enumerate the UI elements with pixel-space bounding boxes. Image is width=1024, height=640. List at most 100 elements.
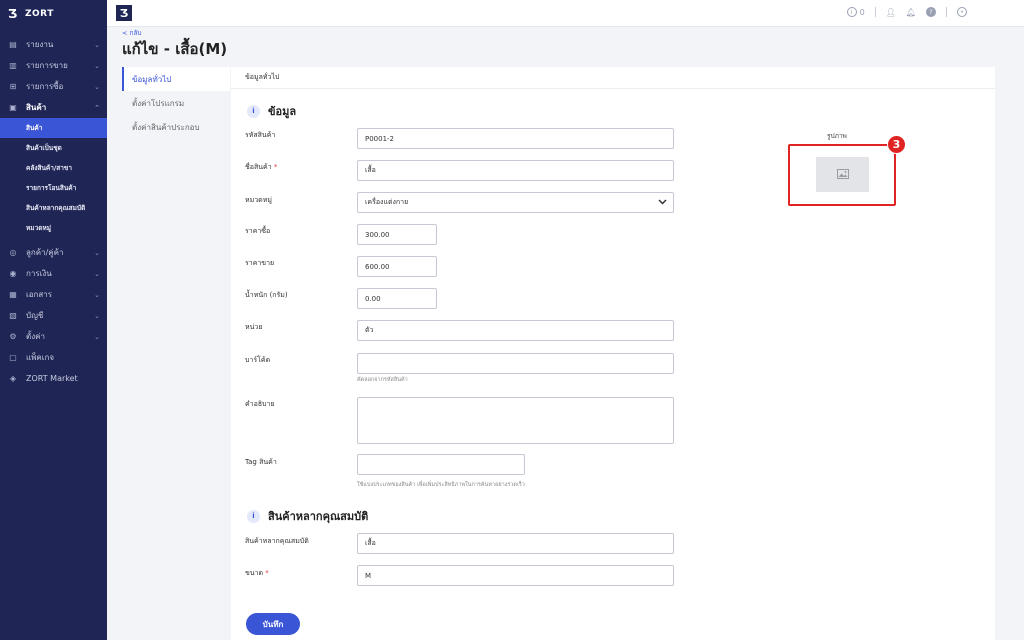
products-submenu: สินค้า สินค้าเป็นชุด คลังสินค้า/สาขา ราย… — [0, 118, 107, 238]
zort-logo-icon[interactable]: Ʒ — [116, 5, 132, 21]
sidebar-subitem-products[interactable]: สินค้า — [0, 118, 107, 138]
sidebar-subitem-warehouses[interactable]: คลังสินค้า/สาขา — [0, 158, 107, 178]
market-icon: ◈ — [9, 374, 17, 383]
ledger-icon: ▧ — [9, 311, 17, 320]
chevron-up-icon: ⌃ — [94, 103, 100, 112]
size-input[interactable]: M — [357, 565, 674, 586]
sidebar-item-products[interactable]: ▣ สินค้า ⌃ — [0, 97, 107, 118]
sidebar-item-accounting[interactable]: ▧ บัญชี ⌄ — [0, 305, 107, 326]
box-icon: ▣ — [9, 103, 17, 112]
sidebar-item-label: เอกสาร — [26, 290, 53, 299]
chevron-down-icon: ⌄ — [94, 61, 100, 70]
sidebar-item-label: บัญชี — [26, 311, 44, 320]
weight-input[interactable]: 0.00 — [357, 288, 437, 309]
chevron-down-icon: ⌄ — [94, 290, 100, 299]
sidebar-item-label: รายการขาย — [26, 61, 68, 70]
required-mark: * — [273, 163, 278, 171]
clipboard-icon: ▥ — [9, 61, 17, 70]
money-icon: ◉ — [9, 269, 17, 278]
divider — [946, 7, 947, 17]
tag-input[interactable] — [357, 454, 525, 475]
cost-price-input[interactable]: 300.00 — [357, 224, 437, 245]
sidebar-subitem-categories[interactable]: หมวดหมู่ — [0, 218, 107, 238]
category-select[interactable]: เครื่องแต่งกาย — [357, 192, 674, 213]
sidebar-item-settings[interactable]: ⚙ ตั้งค่า ⌄ — [0, 326, 107, 347]
required-mark: * — [265, 569, 269, 577]
sidebar-nav: ▤ รายงาน ⌄ ▥ รายการขาย ⌄ ⊞ รายการซื้อ ⌄ … — [0, 34, 107, 389]
chevron-down-icon: ⌄ — [94, 311, 100, 320]
size-label-text: ขนาด — [245, 569, 264, 577]
sidebar-item-contacts[interactable]: ◎ ลูกค้า/คู่ค้า ⌄ — [0, 242, 107, 263]
sidebar-item-label: ลูกค้า/คู่ค้า — [26, 248, 64, 257]
chevron-down-icon: ⌄ — [94, 269, 100, 278]
sale-price-input[interactable]: 600.00 — [357, 256, 437, 277]
sidebar-item-label: การเงิน — [26, 269, 52, 278]
variant-input[interactable]: เสื้อ — [357, 533, 674, 554]
sidebar-item-label: สินค้า — [26, 103, 47, 112]
gear-icon: ⚙ — [9, 332, 17, 341]
code-label: รหัสสินค้า — [245, 131, 276, 139]
variant-label: สินค้าหลากคุณสมบัติ — [245, 537, 309, 545]
chevron-down-icon: ⌄ — [94, 248, 100, 257]
section-info: i ข้อมูล — [247, 102, 296, 120]
handshake-icon: ◎ — [9, 248, 17, 257]
help-icon[interactable]: ? — [926, 7, 936, 17]
chevron-down-icon — [658, 198, 667, 207]
name-label-text: ชื่อสินค้า — [245, 163, 272, 171]
description-textarea[interactable] — [357, 397, 674, 444]
sidebar: Ʒ ZORT ▤ รายงาน ⌄ ▥ รายการขาย ⌄ ⊞ รายการ… — [0, 0, 107, 640]
category-label: หมวดหมู่ — [245, 196, 272, 204]
sidebar-item-zort-market[interactable]: ◈ ZORT Market — [0, 368, 107, 389]
chevron-down-icon: ⌄ — [94, 332, 100, 341]
info-count: 0 — [859, 7, 865, 17]
info-icon: i — [247, 509, 260, 523]
info-indicator[interactable]: i 0 — [846, 7, 865, 17]
sidebar-item-documents[interactable]: ▦ เอกสาร ⌄ — [0, 284, 107, 305]
sidebar-subitem-bundles[interactable]: สินค้าเป็นชุด — [0, 138, 107, 158]
tab-component-settings[interactable]: ตั้งค่าสินค้าประกอบ — [122, 115, 230, 139]
chevron-down-icon: ⌄ — [94, 82, 100, 91]
image-icon — [836, 168, 849, 181]
brand[interactable]: Ʒ ZORT — [0, 0, 107, 28]
tag-help-text: ใช้แบ่งประเภทของสินค้า เพื่อเพิ่มประสิทธ… — [357, 482, 525, 488]
description-label: คำอธิบาย — [245, 400, 275, 408]
price-label: ราคาขาย — [245, 259, 275, 267]
package-icon: ▢ — [9, 353, 17, 362]
card-heading: ข้อมูลทั่วไป — [231, 67, 995, 89]
user-icon[interactable]: 👤︎ — [886, 8, 896, 17]
category-selected-value: เครื่องแต่งกาย — [365, 198, 409, 206]
section-title: สินค้าหลากคุณสมบัติ — [268, 510, 369, 523]
weight-label: น้ำหนัก (กรัม) — [245, 291, 288, 299]
sidebar-item-purchases[interactable]: ⊞ รายการซื้อ ⌄ — [0, 76, 107, 97]
info-icon: i — [247, 104, 260, 118]
product-code-input[interactable]: P0001-2 — [357, 128, 674, 149]
tab-general[interactable]: ข้อมูลทั่วไป — [122, 67, 230, 91]
bell-icon[interactable]: 🔔︎ — [906, 8, 916, 17]
name-label: ชื่อสินค้า * — [245, 162, 277, 173]
sidebar-item-reports[interactable]: ▤ รายงาน ⌄ — [0, 34, 107, 55]
unit-label: หน่วย — [245, 323, 263, 331]
barcode-copy-link[interactable]: คัดลอกจากรหัสสินค้า — [357, 376, 408, 384]
info-icon: i — [846, 7, 857, 17]
sidebar-item-label: รายงาน — [26, 40, 54, 49]
tab-program-settings[interactable]: ตั้งค่าโปรแกรม — [122, 91, 230, 115]
sidebar-item-finance[interactable]: ◉ การเงิน ⌄ — [0, 263, 107, 284]
image-highlight-box — [788, 144, 896, 206]
barcode-input[interactable] — [357, 353, 674, 374]
sidebar-item-sales[interactable]: ▥ รายการขาย ⌄ — [0, 55, 107, 76]
sidebar-item-label: ตั้งค่า — [26, 332, 45, 341]
sidebar-item-package[interactable]: ▢ แพ็คเกจ — [0, 347, 107, 368]
brand-name: ZORT — [25, 9, 54, 19]
top-bar: Ʒ i 0 👤︎ 🔔︎ ? • — [107, 0, 1024, 27]
sidebar-subitem-variants[interactable]: สินค้าหลากคุณสมบัติ — [0, 198, 107, 218]
barcode-label: บาร์โค้ด — [245, 356, 271, 364]
sidebar-subitem-transfers[interactable]: รายการโอนสินค้า — [0, 178, 107, 198]
unit-input[interactable]: ตัว — [357, 320, 674, 341]
image-upload-placeholder[interactable] — [816, 157, 869, 192]
cost-label: ราคาซื้อ — [245, 227, 271, 235]
sidebar-item-label: แพ็คเกจ — [26, 353, 55, 362]
product-name-input[interactable]: เสื้อ — [357, 160, 674, 181]
sidebar-item-label: ZORT Market — [26, 374, 78, 383]
account-icon[interactable]: • — [957, 7, 967, 17]
save-button[interactable]: บันทึก — [246, 613, 300, 635]
